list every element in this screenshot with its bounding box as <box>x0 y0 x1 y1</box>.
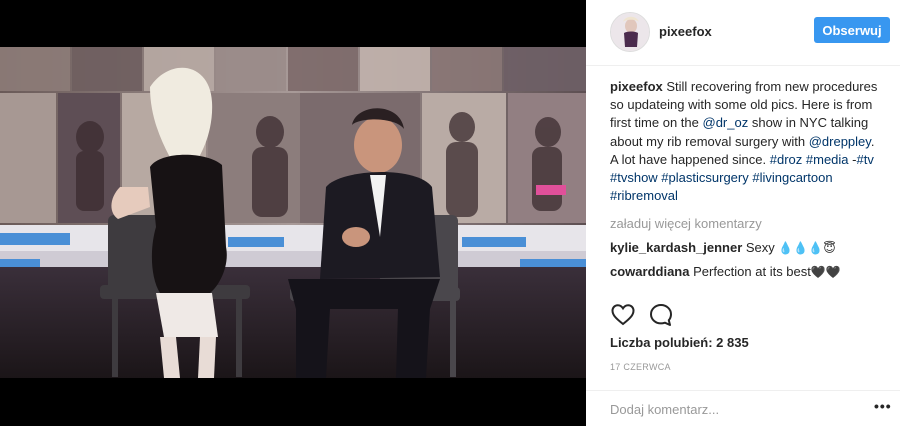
load-more-comments-link[interactable]: załaduj więcej komentarzy <box>610 215 880 233</box>
post-photo[interactable] <box>0 47 586 378</box>
follow-button[interactable]: Obserwuj <box>814 17 890 43</box>
comment-bubble-icon[interactable] <box>648 302 674 328</box>
comment-bubble-icon-graphic <box>650 304 672 326</box>
heart-icon-graphic <box>611 304 635 326</box>
mention-link[interactable]: @dreppley <box>809 134 871 149</box>
post-caption: pixeefox Still recovering from new proce… <box>610 78 880 205</box>
likes-count[interactable]: Liczba polubień: 2 835 <box>610 335 749 350</box>
mention-link[interactable]: @dr_oz <box>703 115 749 130</box>
comment-item: cowarddiana Perfection at its best🖤🖤 <box>610 263 880 281</box>
caption-username[interactable]: pixeefox <box>610 79 663 94</box>
heart-icon[interactable] <box>610 302 636 328</box>
comment-emoji: 💧💧💧😇 <box>778 241 836 256</box>
instagram-post: pixeefox Obserwuj pixeefox Still recover… <box>0 0 900 426</box>
post-actions <box>610 302 880 328</box>
comment-text: Sexy <box>745 240 775 256</box>
post-author-username[interactable]: pixeefox <box>659 24 712 39</box>
more-options-icon[interactable]: ••• <box>874 399 891 415</box>
comment-username[interactable]: cowarddiana <box>610 264 689 279</box>
tv-studio-photo <box>0 47 586 378</box>
media-area <box>0 0 586 426</box>
hashtag-link[interactable]: #droz #media <box>770 152 849 167</box>
comments-section: pixeefox Still recovering from new proce… <box>610 78 880 281</box>
avatar-image <box>611 13 649 51</box>
add-comment-input[interactable] <box>610 400 850 418</box>
comment-text: Perfection at its best <box>693 264 811 280</box>
comment-item: kylie_kardash_jenner Sexy 💧💧💧😇 <box>610 239 880 257</box>
comment-emoji: 🖤🖤 <box>810 265 841 280</box>
comment-username[interactable]: kylie_kardash_jenner <box>610 240 742 255</box>
post-header: pixeefox Obserwuj <box>586 0 900 66</box>
add-comment-bar: ••• <box>586 390 900 426</box>
post-sidebar: pixeefox Obserwuj pixeefox Still recover… <box>586 0 900 426</box>
avatar[interactable] <box>610 12 650 52</box>
post-date[interactable]: 17 czerwca <box>610 362 671 372</box>
